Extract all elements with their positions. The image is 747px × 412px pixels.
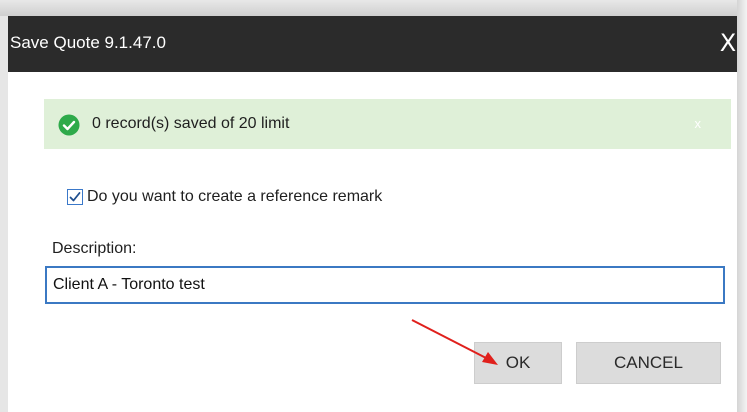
cancel-button[interactable]: CANCEL — [576, 342, 721, 384]
close-button[interactable]: X — [713, 28, 743, 58]
description-label: Description: — [52, 240, 137, 257]
check-circle-icon — [58, 114, 80, 136]
status-alert: 0 record(s) saved of 20 limit x — [44, 99, 731, 149]
alert-message: 0 record(s) saved of 20 limit — [92, 115, 290, 132]
window-shadow-top — [0, 0, 747, 16]
description-input[interactable] — [45, 266, 725, 304]
reference-remark-label[interactable]: Do you want to create a reference remark — [87, 186, 382, 208]
screenshot-canvas: Save Quote 9.1.47.0 X 0 record(s) saved … — [0, 0, 747, 412]
alert-dismiss-button[interactable]: x — [695, 114, 702, 134]
dialog-titlebar[interactable]: Save Quote 9.1.47.0 X — [8, 16, 737, 72]
annotation-arrow-icon — [411, 319, 498, 365]
window-shadow-right — [737, 0, 747, 412]
save-quote-dialog: Save Quote 9.1.47.0 X 0 record(s) saved … — [0, 16, 737, 412]
reference-remark-checkbox[interactable] — [67, 189, 83, 205]
dialog-title: Save Quote 9.1.47.0 — [10, 33, 166, 52]
